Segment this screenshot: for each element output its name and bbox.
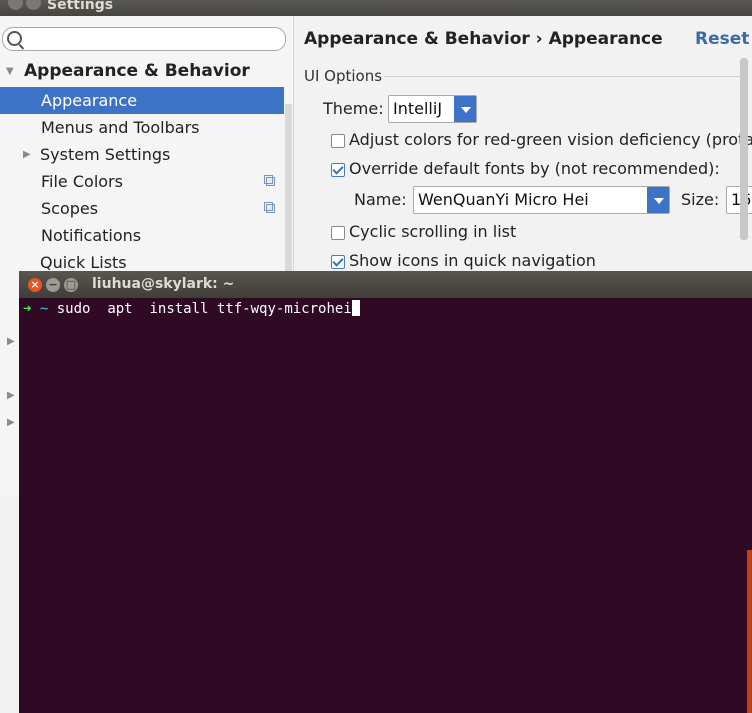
tree-item-scopes[interactable]: Scopes [0,195,284,222]
terminal-titlebar[interactable]: × − □ liuhua@skylark: ~ [19,271,752,298]
text-cursor [351,300,360,316]
background-window-edge [747,550,752,713]
tree-item-label: Appearance & Behavior [24,61,250,81]
search-icon [7,31,22,46]
adjust-colors-checkbox[interactable] [331,134,345,148]
tree-item-menus-and-toolbars[interactable]: Menus and Toolbars [0,114,284,141]
font-size-label: Size: [681,190,720,209]
prompt-directory: ~ [39,301,49,317]
close-window-icon[interactable] [8,0,23,10]
search-box[interactable] [2,27,286,51]
collapsed-arrow-icon[interactable]: ▶ [7,417,15,428]
tree-item-system-settings[interactable]: ▶ System Settings [0,141,284,168]
cyclic-scrolling-label: Cyclic scrolling in list [349,222,517,241]
tree-item-label: System Settings [40,145,171,164]
tree-item-label: Scopes [41,199,99,218]
font-name-label: Name: [354,190,407,209]
search-input[interactable] [25,30,284,50]
close-button[interactable]: × [28,278,42,292]
font-size-select[interactable]: 16 [726,186,752,214]
font-name-select[interactable]: WenQuanYi Micro Hei [413,186,670,214]
breadcrumb: Appearance & Behavior › Appearance [304,29,663,49]
collapsed-arrow-icon[interactable]: ▶ [7,336,15,347]
adjust-colors-label: Adjust colors for red-green vision defic… [349,130,752,149]
settings-window-title: Settings [47,0,114,13]
terminal-title: liuhua@skylark: ~ [92,276,235,292]
collapsed-arrow-icon[interactable]: ▶ [7,390,15,401]
terminal-window[interactable]: × − □ liuhua@skylark: ~ ➜ ~ sudo apt ins… [19,271,752,713]
show-icons-label: Show icons in quick navigation [349,251,596,270]
cyclic-scrolling-checkbox[interactable] [331,226,345,240]
tree-item-label: Notifications [41,226,142,245]
tree-item-notifications[interactable]: Notifications [0,222,284,249]
minimize-window-icon[interactable] [26,0,41,10]
prompt-line: ➜ ~ sudo apt install ttf-wqy-microhei [23,300,360,317]
tree-item-label: Appearance [41,91,138,110]
tree-item-label: File Colors [41,172,123,191]
theme-label: Theme: [323,99,384,118]
override-fonts-checkbox[interactable] [331,163,345,177]
reset-link[interactable]: Reset [695,29,749,49]
font-name-value: WenQuanYi Micro Hei [418,190,589,209]
override-fonts-label: Override default fonts by (not recommend… [349,159,720,178]
copy-icon [264,202,275,213]
show-icons-checkbox[interactable] [331,255,345,269]
theme-value: IntelliJ [393,99,443,118]
expanded-arrow-icon[interactable]: ▼ [6,58,14,85]
chevron-down-icon[interactable] [647,187,669,213]
maximize-button[interactable]: □ [64,278,78,292]
ui-options-group-title: UI Options [304,67,383,85]
copy-icon [264,175,275,186]
group-divider [384,76,744,77]
terminal-body[interactable]: ➜ ~ sudo apt install ttf-wqy-microhei [19,298,752,713]
settings-titlebar: Settings [0,0,752,16]
minimize-button[interactable]: − [46,278,60,292]
chevron-down-icon[interactable] [454,96,476,122]
tree-item-appearance[interactable]: Appearance [0,87,284,114]
content-scrollbar[interactable] [740,58,748,240]
tree-item-file-colors[interactable]: File Colors [0,168,284,195]
collapsed-arrow-icon[interactable]: ▶ [23,141,31,168]
tree-item-label: Menus and Toolbars [41,118,200,137]
command-text: sudo apt install ttf-wqy-microhei [56,301,352,317]
settings-content-pane: Appearance & Behavior › Appearance Reset… [294,16,752,276]
theme-select[interactable]: IntelliJ [388,95,477,123]
prompt-arrow-icon: ➜ [23,301,32,317]
tree-item-appearance-behavior[interactable]: ▼ Appearance & Behavior [0,58,284,85]
